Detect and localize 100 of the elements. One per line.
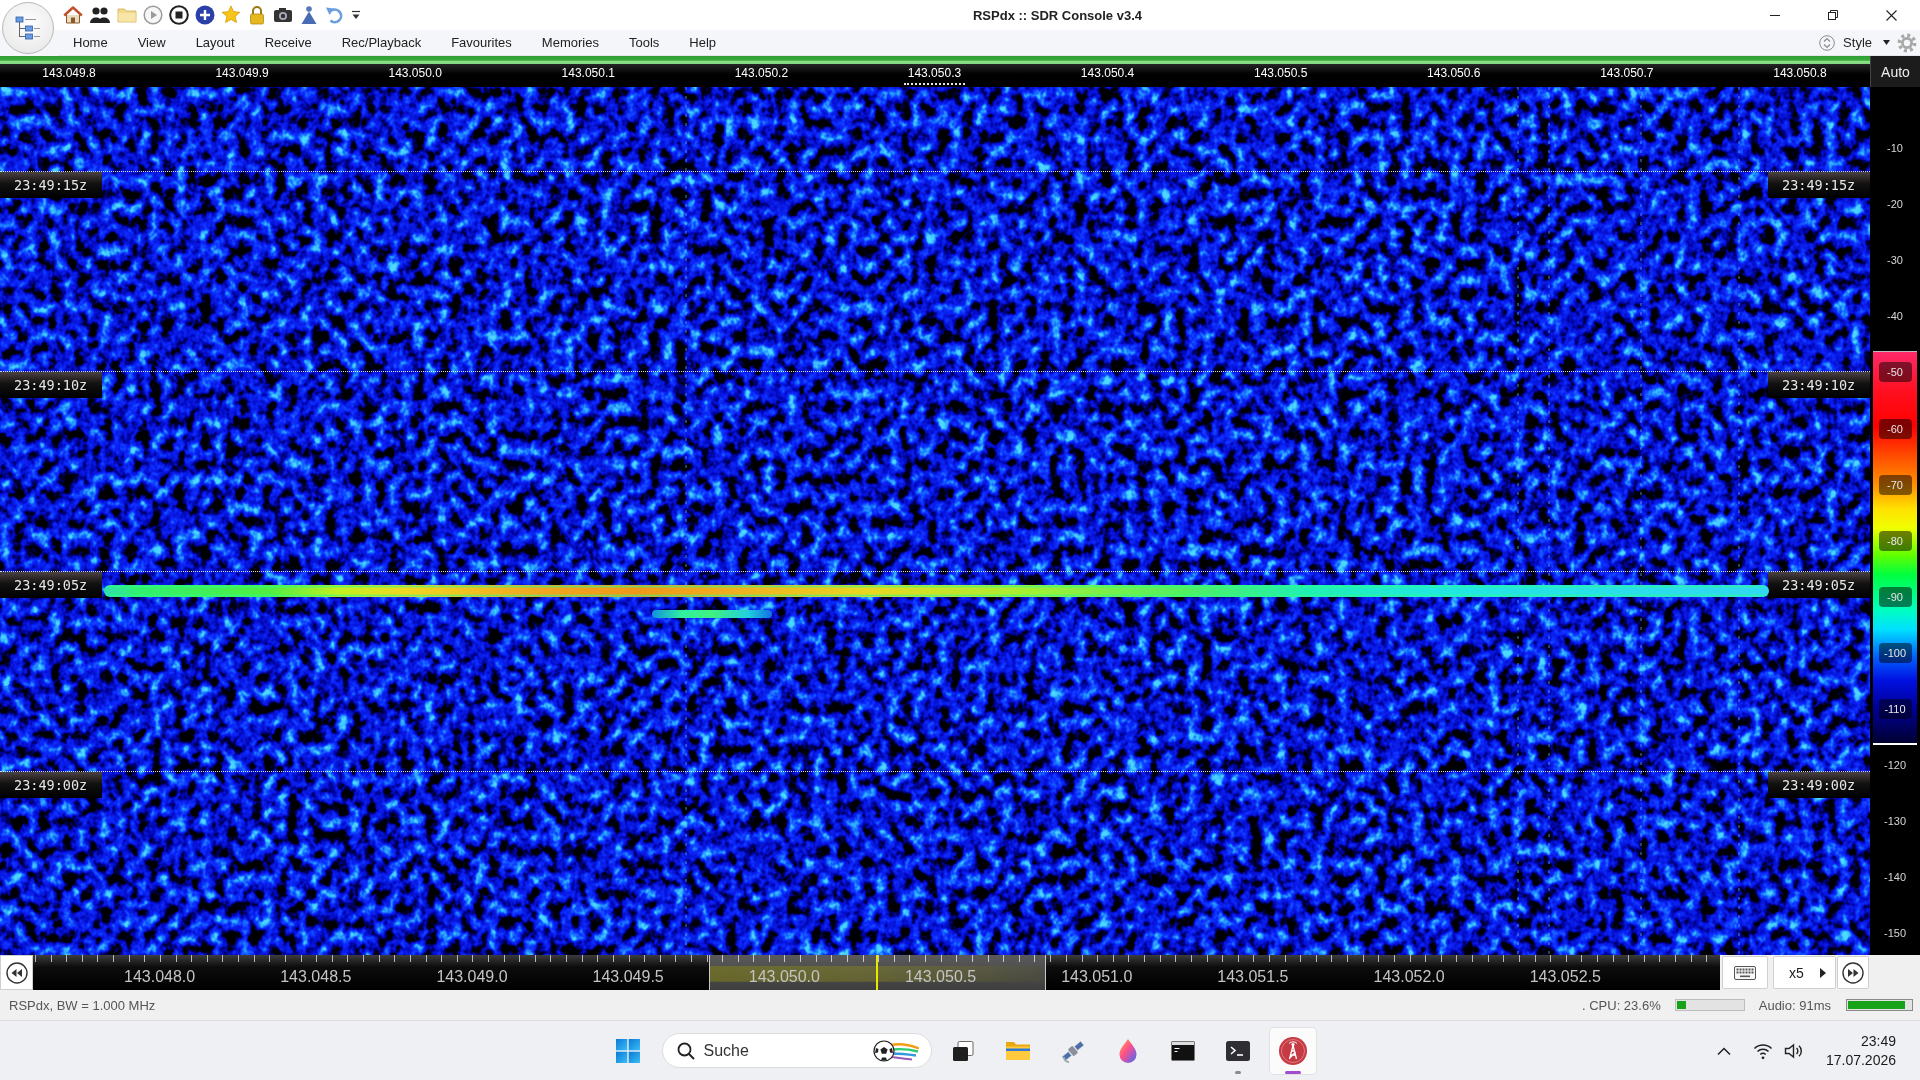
radio-tower-icon — [1278, 1036, 1307, 1065]
frequency-ruler[interactable]: 143.049.8 143.049.9 143.050.0 143.050.1 143.050.2 143.050.3 143.050.4 143.050.5 143.050.6 143.050.7 143.050.8 — [0, 64, 1870, 87]
frequency-label: 143.049.0 — [436, 967, 508, 986]
overlapping-squares-icon — [950, 1038, 975, 1063]
frequency-label: 143.050.4 — [1079, 66, 1136, 82]
menu-item[interactable]: Rec/Playback — [326, 30, 437, 55]
style-dropdown[interactable]: Style — [1841, 31, 1892, 54]
tuning-line — [876, 955, 878, 990]
level-label: -80 — [1878, 530, 1912, 551]
menu-item[interactable]: Receive — [249, 30, 327, 55]
search-icon — [676, 1041, 695, 1060]
waterfall-display[interactable] — [0, 87, 1870, 955]
scroll-right-button[interactable] — [1837, 956, 1869, 989]
frequency-label: 143.049.5 — [592, 967, 664, 986]
frequency-label: 143.050.2 — [733, 66, 790, 82]
frequency-label: 143.050.7 — [1599, 66, 1655, 82]
lock-icon[interactable] — [247, 5, 267, 25]
menu-item[interactable]: Favourites — [436, 30, 527, 55]
menu-item[interactable]: Memories — [526, 30, 614, 55]
wifi-icon[interactable] — [1752, 1041, 1773, 1060]
chevron-up-icon[interactable] — [1715, 1045, 1732, 1056]
frequency-label: 143.051.0 — [1061, 967, 1133, 986]
pawn-icon[interactable] — [299, 5, 319, 25]
frequency-label: 143.052.5 — [1529, 967, 1601, 986]
close-icon — [1885, 9, 1897, 21]
menu-item[interactable]: Help — [674, 30, 732, 55]
search-box[interactable]: Suche — [661, 1033, 932, 1068]
frequency-label: 143.050.0 — [387, 66, 443, 82]
frequency-label: 143.050.1 — [560, 66, 616, 82]
drop-icon — [1116, 1037, 1139, 1064]
app-menu-button[interactable] — [2, 2, 54, 54]
level-label: -150 — [1884, 927, 1906, 940]
level-label: -50 — [1878, 362, 1912, 383]
level-label: -60 — [1878, 418, 1912, 439]
time-label: 23:49:05z — [1768, 572, 1870, 598]
level-label: -90 — [1878, 586, 1912, 607]
cpu-usage-text: . CPU: 23.6% — [1581, 997, 1661, 1013]
level-label: -100 — [1878, 642, 1912, 663]
frequency-label: 143.049.9 — [214, 66, 270, 82]
undo-icon[interactable] — [325, 5, 345, 25]
menu-item[interactable]: Tools — [613, 30, 675, 55]
level-label: -140 — [1884, 871, 1906, 884]
time-label: 23:49:15z — [1768, 172, 1870, 198]
dropdown-caret-icon[interactable] — [351, 9, 361, 21]
level-label: -20 — [1887, 198, 1903, 211]
menu-item[interactable]: Home — [58, 30, 123, 55]
device-status-text: RSPdx, BW = 1.000 MHz — [9, 997, 156, 1013]
span-ruler[interactable]: 143.048.0 143.048.5 143.049.0 143.049.5 143.050.0 143.050.5 143.051.0 143.051.5 143.052.0 143.052.5 — [33, 955, 1720, 990]
audio-latency-text: Audio: 91ms — [1758, 997, 1831, 1013]
level-label: -70 — [1878, 474, 1912, 495]
caret-icon — [1883, 40, 1890, 45]
users-icon[interactable] — [89, 5, 111, 25]
frequency-label: 143.048.5 — [280, 967, 352, 986]
menu-item[interactable]: View — [122, 30, 181, 55]
clock-date[interactable]: 17.07.2026 — [1825, 1050, 1896, 1070]
tree-icon — [13, 13, 43, 43]
camera-icon[interactable] — [273, 5, 293, 25]
level-label: -120 — [1884, 759, 1906, 772]
speaker-icon[interactable] — [1783, 1041, 1803, 1060]
auto-button[interactable]: Auto — [1870, 56, 1920, 87]
restore-icon — [1828, 10, 1838, 20]
keyboard-icon — [1734, 965, 1756, 980]
ball-icon — [872, 1039, 919, 1062]
keyboard-button[interactable] — [1722, 956, 1768, 989]
frequency-label: 143.050.5 — [904, 967, 977, 986]
time-label: 23:49:10z — [1768, 372, 1870, 398]
squares-icon — [615, 1038, 640, 1063]
window-title: RSPdx :: SDR Console v3.4 — [971, 7, 1143, 23]
play-icon[interactable] — [143, 5, 163, 25]
console-window-icon — [1170, 1040, 1195, 1061]
caret-right-icon — [1819, 967, 1826, 978]
level-label: -30 — [1887, 254, 1903, 267]
level-label: -10 — [1887, 142, 1903, 155]
frequency-label: 143.050.0 — [748, 967, 820, 986]
time-label: 23:49:15z — [0, 172, 102, 198]
menu-item[interactable]: Layout — [180, 30, 250, 55]
level-label: -40 — [1887, 310, 1903, 323]
level-label: -110 — [1878, 699, 1912, 719]
scroll-left-button[interactable] — [0, 955, 33, 990]
frequency-label: 143.050.3 — [903, 66, 966, 85]
search-input[interactable]: Suche — [703, 1040, 864, 1061]
clock-time[interactable]: 23:49 — [1860, 1031, 1896, 1051]
visible-range-highlight[interactable] — [709, 955, 1046, 990]
level-label: -130 — [1884, 815, 1906, 828]
stop-icon[interactable] — [169, 5, 189, 25]
time-label: 23:49:10z — [0, 372, 102, 398]
up-down-arrows-icon[interactable] — [1819, 34, 1836, 51]
terminal-prompt-icon — [1225, 1040, 1250, 1061]
zoom-button[interactable]: x5 — [1773, 956, 1836, 989]
plus-icon[interactable] — [195, 5, 215, 25]
home-icon[interactable] — [63, 5, 83, 25]
frequency-label: 143.052.0 — [1373, 967, 1445, 986]
folder-icon — [1004, 1039, 1031, 1062]
frequency-label: 143.050.5 — [1252, 66, 1309, 82]
star-icon[interactable] — [221, 5, 241, 25]
frequency-label: 143.049.8 — [41, 66, 97, 82]
frequency-label: 143.050.8 — [1772, 66, 1828, 82]
time-label: 23:49:00z — [0, 772, 102, 798]
frequency-label: 143.048.0 — [124, 967, 196, 986]
minimize-icon — [1770, 14, 1780, 16]
